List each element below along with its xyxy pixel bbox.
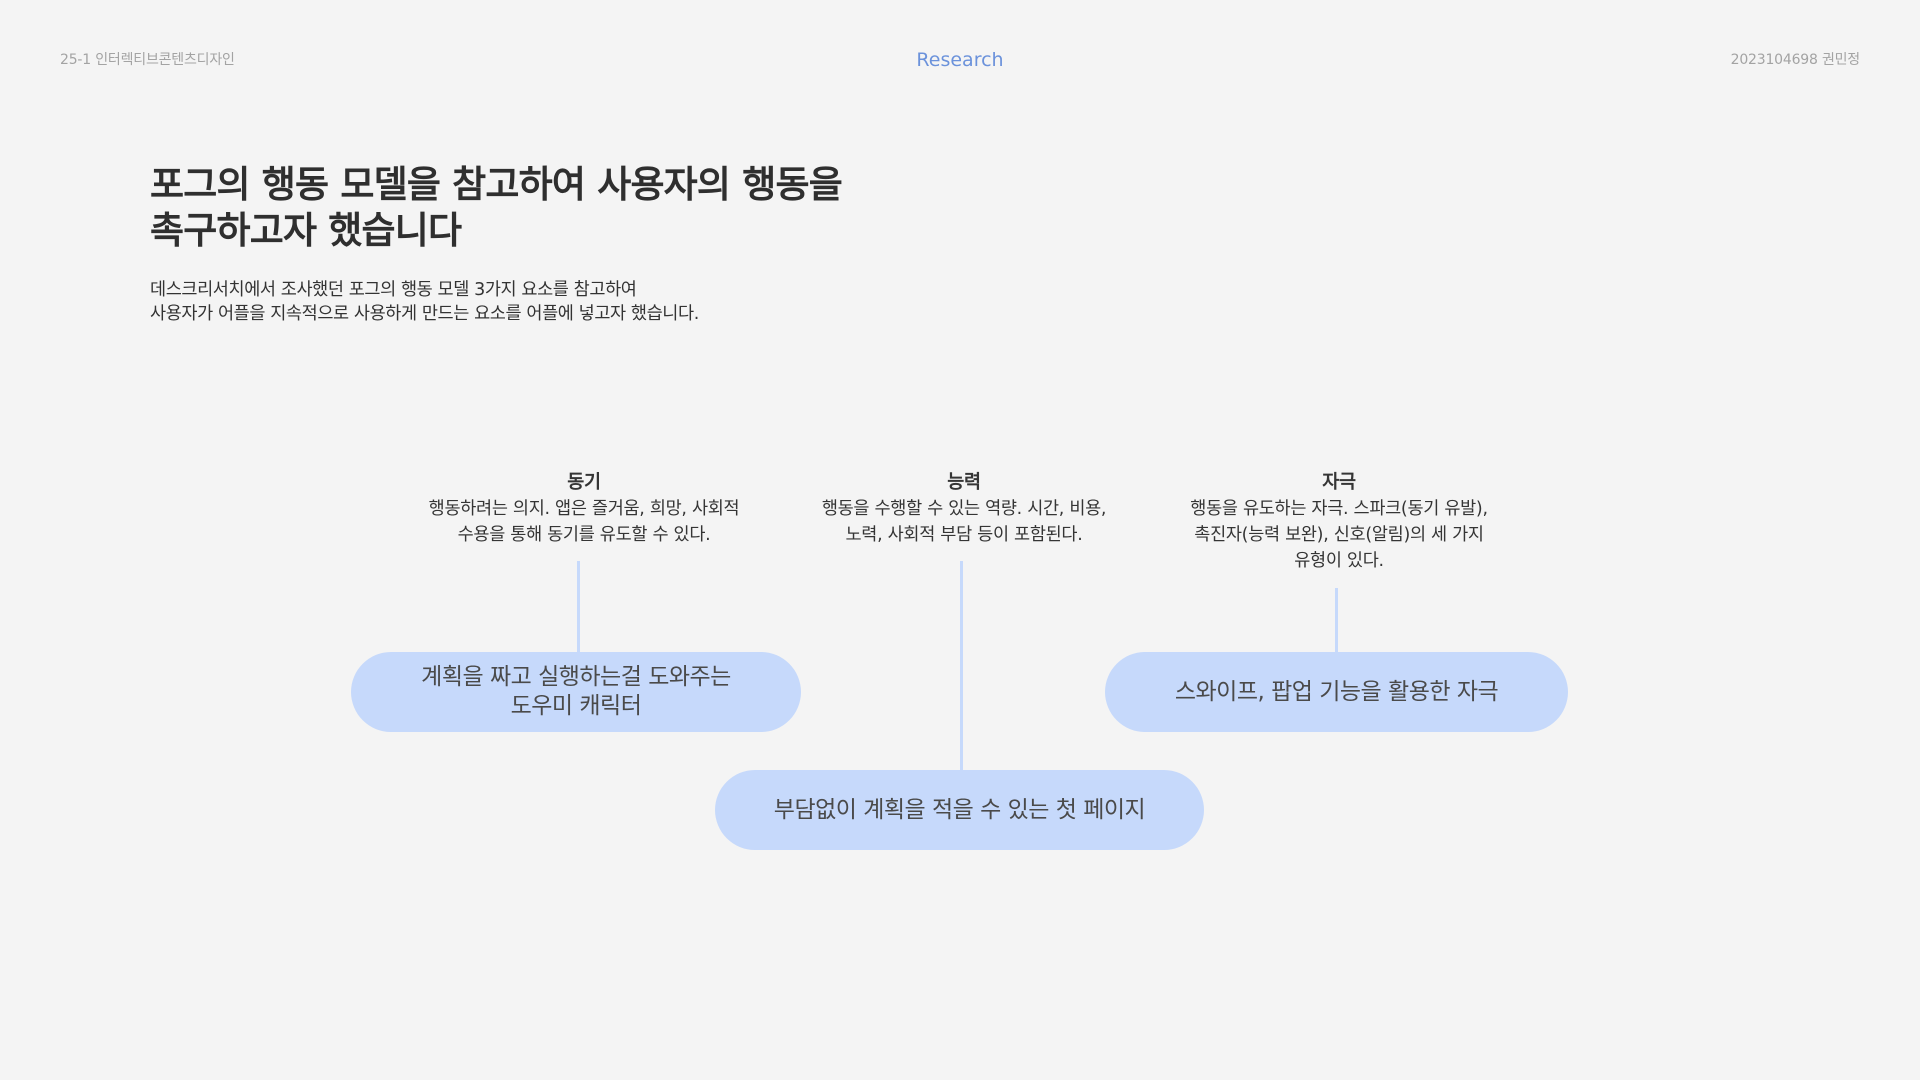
- concept-ability: 능력 행동을 수행할 수 있는 역량. 시간, 비용, 노력, 사회적 부담 등…: [764, 470, 1164, 548]
- course-label: 25-1 인터렉티브콘텐츠디자인: [60, 52, 235, 68]
- concept-prompt-desc-line: 유형이 있다.: [1294, 551, 1384, 571]
- page-description-line-2: 사용자가 어플을 지속적으로 사용하게 만드는 요소를 어플에 넣고자 했습니다…: [150, 304, 699, 324]
- page-description: 데스크리서치에서 조사했던 포그의 행동 모델 3가지 요소를 참고하여 사용자…: [150, 278, 699, 326]
- concept-prompt-desc: 행동을 유도하는 자극. 스파크(동기 유발), 촉진자(능력 보완), 신호(…: [1139, 496, 1539, 574]
- feature-first-page-text: 부담없이 계획을 적을 수 있는 첫 페이지: [773, 796, 1146, 825]
- concept-prompt: 자극 행동을 유도하는 자극. 스파크(동기 유발), 촉진자(능력 보완), …: [1139, 470, 1539, 574]
- feature-helper-character-line: 계획을 짜고 실행하는걸 도와주는: [421, 664, 731, 690]
- feature-helper-character: 계획을 짜고 실행하는걸 도와주는 도우미 캐릭터: [351, 652, 801, 732]
- student-label: 2023104698 권민정: [1730, 52, 1861, 68]
- concept-ability-desc-line: 행동을 수행할 수 있는 역량. 시간, 비용,: [821, 499, 1107, 519]
- section-label: Research: [916, 49, 1004, 71]
- concept-ability-desc-line: 노력, 사회적 부담 등이 포함된다.: [845, 525, 1083, 545]
- feature-first-page: 부담없이 계획을 적을 수 있는 첫 페이지: [715, 770, 1204, 850]
- concept-motivation-desc: 행동하려는 의지. 앱은 즐거움, 희망, 사회적 수용을 통해 동기를 유도할…: [384, 496, 784, 548]
- feature-first-page-line: 부담없이 계획을 적을 수 있는 첫 페이지: [773, 796, 1146, 823]
- feature-helper-character-text: 계획을 짜고 실행하는걸 도와주는 도우미 캐릭터: [421, 663, 731, 721]
- concept-motivation-title: 동기: [567, 472, 601, 493]
- connector-prompt: [1335, 588, 1338, 653]
- feature-swipe-popup-line: 스와이프, 팝업 기능을 활용한 자극: [1174, 678, 1499, 705]
- connector-ability: [960, 561, 963, 771]
- concept-motivation-desc-line: 수용을 통해 동기를 유도할 수 있다.: [457, 525, 711, 545]
- feature-swipe-popup-text: 스와이프, 팝업 기능을 활용한 자극: [1174, 678, 1499, 707]
- concept-ability-title: 능력: [947, 472, 981, 493]
- feature-helper-character-line: 도우미 캐릭터: [510, 693, 642, 719]
- connector-motivation: [577, 561, 580, 653]
- page-title: 포그의 행동 모델을 참고하여 사용자의 행동을 촉구하고자 했습니다: [150, 162, 843, 254]
- concept-motivation-desc-line: 행동하려는 의지. 앱은 즐거움, 희망, 사회적: [428, 499, 740, 519]
- page-title-line-1: 포그의 행동 모델을 참고하여 사용자의 행동을: [150, 163, 843, 206]
- concept-prompt-desc-line: 행동을 유도하는 자극. 스파크(동기 유발),: [1190, 499, 1488, 519]
- concept-prompt-desc-line: 촉진자(능력 보완), 신호(알림)의 세 가지: [1194, 525, 1484, 545]
- concept-ability-desc: 행동을 수행할 수 있는 역량. 시간, 비용, 노력, 사회적 부담 등이 포…: [764, 496, 1164, 548]
- page-description-line-1: 데스크리서치에서 조사했던 포그의 행동 모델 3가지 요소를 참고하여: [150, 280, 637, 300]
- feature-swipe-popup: 스와이프, 팝업 기능을 활용한 자극: [1105, 652, 1568, 732]
- page-title-line-2: 촉구하고자 했습니다: [150, 209, 462, 252]
- concept-motivation: 동기 행동하려는 의지. 앱은 즐거움, 희망, 사회적 수용을 통해 동기를 …: [384, 470, 784, 548]
- concept-prompt-title: 자극: [1322, 472, 1356, 493]
